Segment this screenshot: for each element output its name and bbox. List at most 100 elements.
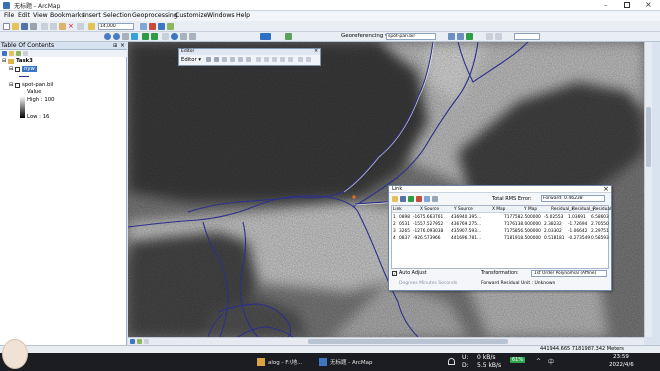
col-residual-y[interactable]: Residual_y (572, 207, 595, 212)
python-icon[interactable] (158, 23, 165, 30)
swipe-icon[interactable] (260, 33, 271, 40)
editor-menu[interactable]: Editor ▾ (181, 57, 201, 63)
delete-icon[interactable]: × (68, 23, 75, 30)
menu-bookmarks[interactable]: Bookmarks (50, 12, 85, 19)
catalog-icon[interactable] (140, 23, 147, 30)
georeferencing-menu[interactable]: Georeferencing ▾ (341, 33, 388, 39)
close-button[interactable]: × (645, 0, 652, 9)
col-y-source[interactable]: Y Source (454, 207, 473, 212)
menu-edit[interactable]: Edit (18, 12, 30, 19)
taskbar-item-2[interactable]: 无标题 - ArcMap (330, 358, 373, 366)
back-icon[interactable] (142, 33, 149, 40)
col-x-map[interactable]: X Map (492, 207, 505, 212)
print-icon[interactable] (30, 23, 37, 30)
col-x-source[interactable]: X Source (420, 207, 439, 212)
edit-annotation-icon[interactable] (214, 57, 219, 62)
taskbar-app-icon[interactable] (319, 358, 327, 366)
list-by-selection-icon[interactable] (23, 51, 28, 56)
trace-icon[interactable] (238, 57, 243, 62)
effects-icon[interactable] (285, 33, 292, 40)
dialog-caption[interactable]: Link (389, 186, 611, 193)
attributes-icon[interactable] (298, 57, 303, 62)
pan-icon[interactable] (122, 33, 129, 40)
zoom-to-link-icon[interactable] (432, 196, 438, 202)
clock-time[interactable]: 23:59 (613, 354, 629, 360)
edit-vertices-icon[interactable] (256, 57, 261, 62)
table-row[interactable]: 4 0837 -926.573966 441696.781... 7181918… (392, 235, 609, 242)
open-link-icon[interactable] (392, 196, 398, 202)
horizontal-scrollbar[interactable] (128, 337, 644, 345)
raster-layer-name[interactable]: spot-pan.bil (22, 82, 53, 88)
taskbar-item-1[interactable]: alog - F:\地... (268, 358, 302, 366)
auto-adjust-checkbox[interactable]: ✓ (392, 271, 397, 276)
zoom-in-icon[interactable] (104, 33, 111, 40)
add-link-icon[interactable] (408, 196, 414, 202)
reshape-icon[interactable] (264, 57, 269, 62)
save-link-icon[interactable] (400, 196, 406, 202)
tray-icon[interactable]: ^ (536, 358, 541, 365)
col-y-map[interactable]: Y Map (524, 207, 537, 212)
group-name[interactable]: Task3 (16, 58, 33, 64)
list-by-visibility-icon[interactable] (16, 51, 21, 56)
layout-view-icon[interactable] (130, 339, 135, 344)
find-icon[interactable] (180, 33, 187, 40)
menu-geoprocessing[interactable]: Geoprocessing (132, 12, 178, 19)
table-row[interactable]: 2 0531 -1557.527952 436769.275... 717613… (392, 221, 609, 228)
table-row[interactable]: 1 0898 -1675.663761 436940.395... 717758… (392, 214, 609, 221)
table-row[interactable]: 3 3265 -1276.093038 435907.593... 717585… (392, 228, 609, 235)
zoom-out-icon[interactable] (113, 33, 120, 40)
toc-close-icon[interactable]: × (120, 42, 125, 49)
identify-icon[interactable] (171, 33, 178, 40)
list-by-drawing-order-icon[interactable] (2, 51, 7, 56)
editor-caption[interactable]: Editor (179, 49, 320, 55)
modelbuilder-icon[interactable] (167, 23, 174, 30)
col-link[interactable]: Link (393, 207, 402, 212)
refresh-icon[interactable] (144, 339, 149, 344)
transform-icon[interactable] (495, 33, 502, 40)
clock-date[interactable]: 2022/4/6 (609, 362, 634, 368)
expand-icon[interactable]: ⊟ (9, 82, 13, 88)
close-icon[interactable]: × (314, 48, 318, 54)
rms-field[interactable]: Forward: 0.46238 (541, 195, 605, 202)
measure-icon[interactable] (189, 33, 196, 40)
split-icon[interactable] (280, 57, 285, 62)
rotate-icon[interactable] (288, 57, 293, 62)
menu-file[interactable]: File (4, 12, 14, 19)
full-extent-icon[interactable] (131, 33, 138, 40)
menu-insert[interactable]: Insert (83, 12, 101, 19)
auto-register-icon[interactable] (424, 196, 430, 202)
menu-view[interactable]: View (33, 12, 48, 19)
transformation-select[interactable]: 1st Order Polynomial (Affine) (531, 270, 607, 277)
save-icon[interactable] (21, 23, 28, 30)
sketch-properties-icon[interactable] (306, 57, 311, 62)
cut-polygon-icon[interactable] (272, 57, 277, 62)
delete-link-icon[interactable] (416, 196, 422, 202)
toc-pin-icon[interactable]: ⊞ (113, 43, 117, 49)
list-by-source-icon[interactable] (9, 51, 14, 56)
toolbox-icon[interactable] (149, 23, 156, 30)
wifi-icon[interactable] (448, 358, 455, 365)
taskbar-app-icon[interactable] (257, 358, 265, 366)
menu-selection[interactable]: Selection (103, 12, 132, 19)
point-icon[interactable] (246, 57, 251, 62)
straight-segment-icon[interactable] (222, 57, 227, 62)
scroll-thumb[interactable] (308, 339, 508, 344)
col-residual[interactable]: Residual (593, 207, 611, 212)
cut-icon[interactable] (41, 23, 48, 30)
col-residual-x[interactable]: Residual_x (551, 207, 574, 212)
rotate-icon[interactable] (448, 33, 455, 40)
vertical-scrollbar[interactable] (644, 42, 652, 337)
scale-combo[interactable]: 14,000 (98, 23, 134, 30)
extra-combo[interactable] (514, 33, 540, 40)
open-icon[interactable] (12, 23, 19, 30)
data-view-icon[interactable] (137, 339, 142, 344)
avatar[interactable] (2, 339, 28, 369)
expand-icon[interactable]: ⊟ (2, 58, 6, 64)
copy-icon[interactable] (50, 23, 57, 30)
georef-layer-combo[interactable]: spot-pan.bil (386, 33, 436, 40)
menu-help[interactable]: Help (236, 12, 250, 19)
minimize-button[interactable]: – (604, 1, 608, 9)
shift-icon[interactable] (457, 33, 464, 40)
select-icon[interactable] (162, 33, 169, 40)
view-link-table-icon[interactable] (486, 33, 493, 40)
